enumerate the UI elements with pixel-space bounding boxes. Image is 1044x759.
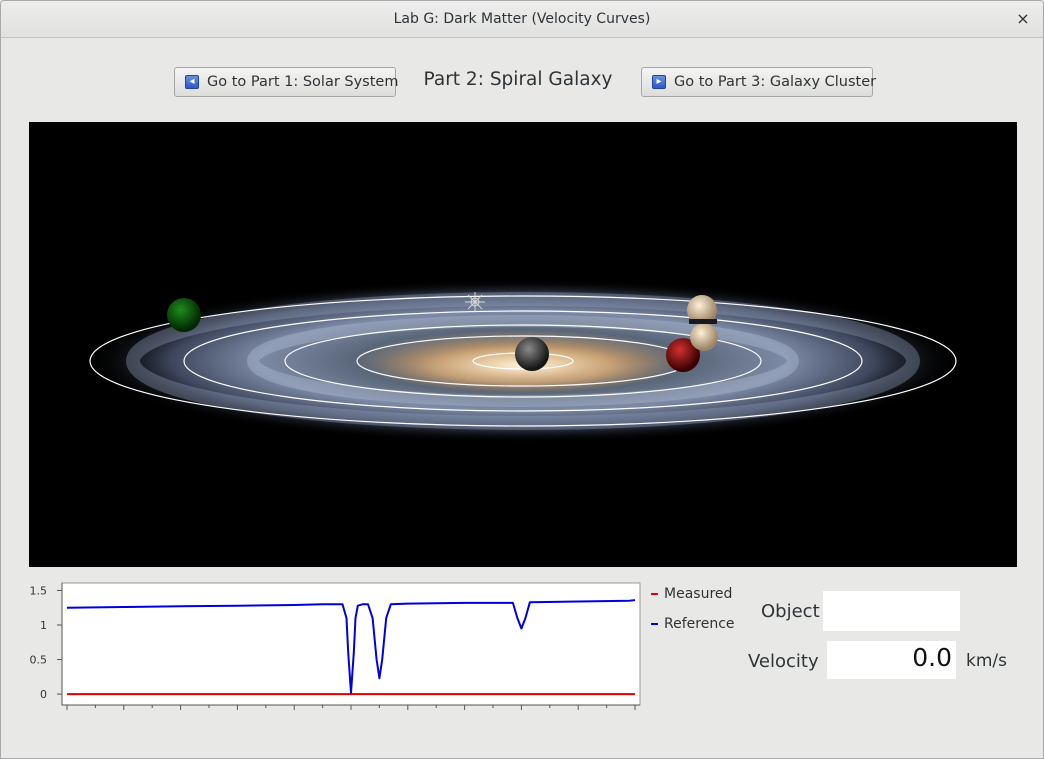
go-to-part-1-label: Go to Part 1: Solar System xyxy=(207,74,399,90)
velocity-unit: km/s xyxy=(966,651,1007,671)
y-tick-label: 0 xyxy=(40,688,47,701)
title-bar[interactable]: Lab G: Dark Matter (Velocity Curves) × xyxy=(1,1,1043,38)
go-to-part-3-label: Go to Part 3: Galaxy Cluster xyxy=(674,74,877,90)
legend-item-measured: Measured xyxy=(649,585,749,615)
star-cluster-object[interactable] xyxy=(465,292,485,312)
legend-item-reference: Reference xyxy=(649,615,749,645)
app-window: Lab G: Dark Matter (Velocity Curves) × ◂… xyxy=(0,0,1044,759)
window-title: Lab G: Dark Matter (Velocity Curves) xyxy=(393,11,651,27)
velocity-value: 0.0 xyxy=(912,643,952,672)
velocity-plot: 0 0.5 1 1.5 -4-2024 xyxy=(30,582,641,710)
velocity-field[interactable]: 0.0 xyxy=(827,641,956,679)
go-to-part-3-button[interactable]: ▸ Go to Part 3: Galaxy Cluster xyxy=(641,67,877,97)
measured-swatch xyxy=(651,593,658,595)
y-tick-label: 1 xyxy=(40,619,47,632)
green-object[interactable] xyxy=(167,298,201,332)
legend-label-reference: Reference xyxy=(664,616,735,632)
x-axis: -4-2024 xyxy=(62,704,640,710)
y-tick-label: 0.5 xyxy=(30,654,48,667)
go-to-part-1-button[interactable]: ◂ Go to Part 1: Solar System xyxy=(174,67,399,97)
reference-swatch xyxy=(651,623,658,625)
plot-legend: Measured Reference xyxy=(649,585,749,645)
current-part-label: Part 2: Spiral Galaxy xyxy=(423,69,613,90)
arrow-left-icon: ◂ xyxy=(185,75,199,89)
legend-label-measured: Measured xyxy=(664,586,733,602)
central-black-hole[interactable] xyxy=(515,337,549,371)
galaxy-scene xyxy=(83,279,963,443)
object-label: Object xyxy=(761,601,820,622)
y-axis: 0 0.5 1 1.5 xyxy=(30,583,63,705)
object-field[interactable] xyxy=(823,591,960,631)
tan-asteroid-object[interactable] xyxy=(687,295,718,351)
close-icon[interactable]: × xyxy=(1013,9,1033,29)
galaxy-3d-viewport[interactable] xyxy=(29,122,1017,567)
velocity-label: Velocity xyxy=(748,651,819,672)
y-tick-label: 1.5 xyxy=(30,584,48,597)
arrow-right-icon: ▸ xyxy=(652,75,666,89)
